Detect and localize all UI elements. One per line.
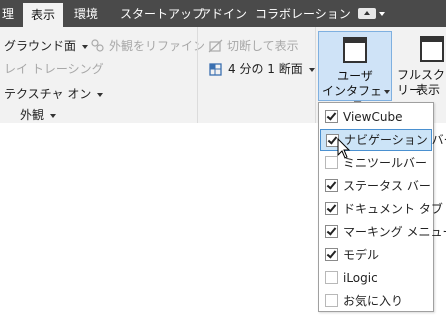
chevron-down-icon [97, 92, 104, 97]
window-icon [343, 37, 367, 63]
user-interface-label-line1: ユーザ [337, 69, 373, 83]
tab-environment[interactable]: 環境 [74, 0, 98, 27]
user-interface-menu: ViewCube ナビゲーション バー ミニツールバー ステータス バー ドキュ… [318, 102, 446, 312]
menu-item-status-bar[interactable]: ステータス バー [320, 175, 432, 197]
ray-tracing-label: レイ トレーシング [4, 62, 104, 76]
texture-on-button[interactable]: テクスチャ オン [4, 85, 104, 102]
panel-title-label: 外観 [20, 108, 45, 122]
quarter-section-label: 4 分の 1 断面 [228, 62, 303, 76]
check-icon [326, 225, 337, 236]
chevron-down-icon [379, 12, 385, 16]
panel-divider [315, 27, 316, 123]
split-view-icon [208, 39, 223, 53]
user-interface-button[interactable]: ユーザ インタフェース [318, 31, 392, 113]
appearance-override-label: 外観をリファイン [109, 39, 206, 53]
menu-item-label: ステータス バー [343, 179, 431, 193]
checkbox[interactable] [325, 179, 338, 192]
chevron-down-icon [50, 113, 57, 118]
fullscreen-button[interactable]: フルスクリー 表示 [394, 31, 446, 101]
checkbox[interactable] [325, 248, 338, 261]
menu-item-label: ViewCube [343, 110, 403, 124]
menu-item-label: ドキュメント タブ [343, 202, 443, 216]
ribbon-minimize-toggle[interactable] [358, 8, 385, 20]
check-icon [326, 202, 337, 213]
check-icon [326, 110, 337, 121]
menu-item-label: モデル [343, 248, 380, 262]
menu-item-document-tabs[interactable]: ドキュメント タブ [320, 198, 443, 220]
check-icon [327, 134, 338, 145]
fullscreen-label-line2: 表示 [416, 83, 441, 97]
ground-plane-button[interactable]: グラウンド面 [4, 37, 89, 54]
mouse-cursor-icon [337, 138, 351, 159]
checkbox[interactable] [325, 271, 338, 284]
checkbox[interactable] [325, 225, 338, 238]
tab-collaborate[interactable]: コラボレーション [255, 0, 351, 27]
check-icon [326, 248, 337, 259]
ribbon-tab-bar: 理 表示 環境 スタートアップ アドイン コラボレーション [0, 0, 446, 27]
chevron-down-icon [308, 67, 315, 72]
panel-title-appearance[interactable]: 外観 [20, 106, 57, 123]
tab-getting-started[interactable]: スタートアップ [120, 0, 204, 27]
menu-item-viewcube[interactable]: ViewCube [320, 106, 432, 128]
menu-item-label: ナビゲーション バー [344, 133, 446, 147]
check-icon [326, 179, 337, 190]
ray-tracing-button[interactable]: レイ トレーシング [4, 60, 104, 77]
ground-plane-label: グラウンド面 [4, 39, 77, 53]
quarter-section-icon [209, 63, 222, 76]
menu-item-ilogic[interactable]: iLogic [320, 267, 432, 289]
split-view-label: 切断して表示 [227, 39, 299, 53]
split-view-button[interactable]: 切断して表示 [208, 37, 299, 54]
checkbox[interactable] [325, 202, 338, 215]
tab-add-ins[interactable]: アドイン [199, 0, 247, 27]
menu-item-label: iLogic [343, 271, 378, 285]
chevron-down-icon [384, 90, 390, 94]
texture-on-label: テクスチャ オン [4, 87, 92, 101]
menu-item-favorites[interactable]: お気に入り [320, 290, 432, 312]
checkbox[interactable] [325, 110, 338, 123]
menu-item-marking-menu[interactable]: マーキング メニュー [320, 221, 446, 243]
appearance-override-button[interactable]: 外観をリファイン [90, 37, 205, 54]
menu-item-label: お気に入り [343, 294, 404, 308]
ribbon-minimize-icon [358, 8, 376, 19]
checkbox[interactable] [325, 294, 338, 307]
menu-item-model[interactable]: モデル [320, 244, 432, 266]
tab-view[interactable]: 表示 [23, 3, 63, 27]
fullscreen-icon [420, 36, 444, 62]
menu-item-label: ミニツールバー [343, 156, 428, 170]
quarter-section-button[interactable]: 4 分の 1 断面 [208, 60, 315, 77]
menu-item-label: マーキング メニュー [343, 225, 446, 239]
panel-divider [197, 27, 198, 123]
appearance-override-icon [91, 39, 104, 52]
chevron-down-icon [82, 44, 89, 49]
tab-manage[interactable]: 理 [0, 0, 20, 27]
